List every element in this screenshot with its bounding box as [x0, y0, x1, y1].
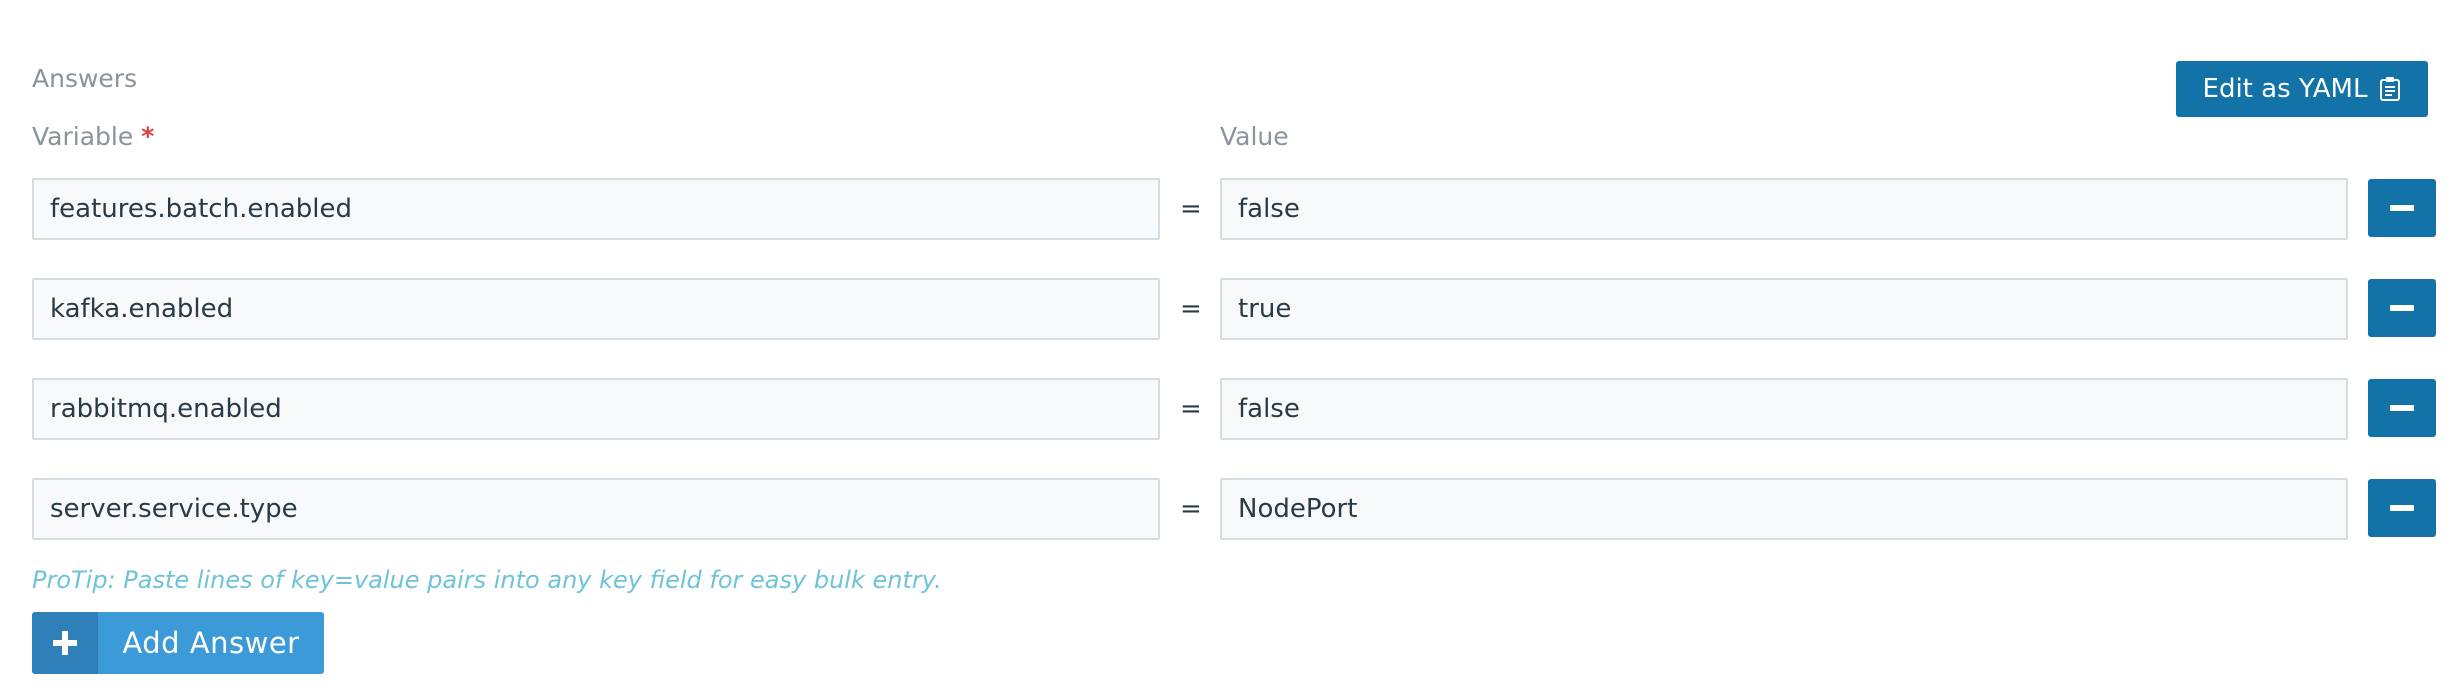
answer-value-input[interactable]: NodePort	[1220, 478, 2348, 540]
edit-as-yaml-label: Edit as YAML	[2202, 74, 2368, 104]
remove-answer-button[interactable]	[2368, 279, 2436, 337]
add-answer-label: Add Answer	[98, 612, 324, 674]
equals-sign: =	[1180, 394, 1202, 424]
equals-sign: =	[1180, 294, 1202, 324]
minus-icon	[2390, 505, 2414, 511]
answer-key-input[interactable]: server.service.type	[32, 478, 1160, 540]
section-title: Answers	[32, 64, 138, 93]
answer-value-input[interactable]: true	[1220, 278, 2348, 340]
answer-row: server.service.type = NodePort	[0, 478, 2458, 542]
remove-answer-button[interactable]	[2368, 479, 2436, 537]
protip-text: ProTip: Paste lines of key=value pairs i…	[32, 566, 942, 594]
remove-answer-button[interactable]	[2368, 379, 2436, 437]
answer-key-input[interactable]: kafka.enabled	[32, 278, 1160, 340]
variable-column-label: Variable	[32, 122, 134, 151]
minus-icon	[2390, 305, 2414, 311]
answer-value-input[interactable]: false	[1220, 178, 2348, 240]
answer-value-input[interactable]: false	[1220, 378, 2348, 440]
minus-icon	[2390, 405, 2414, 411]
plus-icon	[53, 631, 77, 655]
minus-icon	[2390, 205, 2414, 211]
equals-sign: =	[1180, 194, 1202, 224]
answer-row: rabbitmq.enabled = false	[0, 378, 2458, 442]
variable-column-header: Variable *	[32, 122, 154, 151]
required-marker: *	[141, 122, 155, 151]
remove-answer-button[interactable]	[2368, 179, 2436, 237]
answer-key-input[interactable]: features.batch.enabled	[32, 178, 1160, 240]
add-answer-button[interactable]: Add Answer	[32, 612, 324, 674]
value-column-header: Value	[1220, 122, 1289, 151]
answer-key-input[interactable]: rabbitmq.enabled	[32, 378, 1160, 440]
equals-sign: =	[1180, 494, 1202, 524]
answer-row: features.batch.enabled = false	[0, 178, 2458, 242]
add-answer-icon-box	[32, 612, 98, 674]
answer-row: kafka.enabled = true	[0, 278, 2458, 342]
clipboard-icon	[2379, 76, 2401, 102]
edit-as-yaml-button[interactable]: Edit as YAML	[2176, 61, 2428, 117]
